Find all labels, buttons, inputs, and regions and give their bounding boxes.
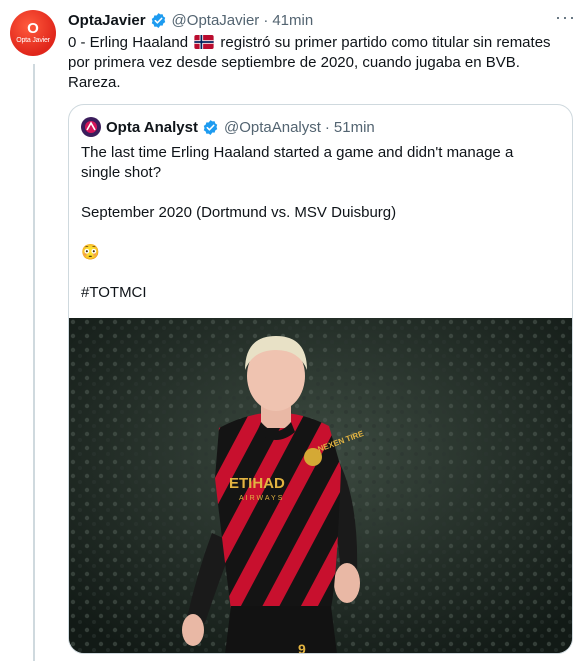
separator-dot: · xyxy=(324,118,330,136)
hashtag-link[interactable]: #TOTMCI xyxy=(81,283,551,303)
quoted-author-name[interactable]: Opta Analyst xyxy=(106,119,198,136)
quoted-avatar[interactable] xyxy=(81,117,101,137)
tweet-text-line1b: registró su primer partido como titular … xyxy=(220,34,551,51)
author-handle[interactable]: @OptaJavier xyxy=(172,12,260,29)
timestamp[interactable]: 41min xyxy=(272,12,313,29)
avatar-label: Opta Javier xyxy=(16,37,50,44)
more-horizontal-icon[interactable]: ··· xyxy=(555,8,576,26)
shirt-number: 9 xyxy=(298,641,306,654)
avatar[interactable]: O Opta Javier xyxy=(10,10,56,56)
shirt-sponsor-sub: AIRWAYS xyxy=(239,495,284,502)
author-name[interactable]: OptaJavier xyxy=(68,12,146,29)
thread-connector-line xyxy=(33,64,35,661)
quoted-timestamp[interactable]: 51min xyxy=(334,119,375,136)
quoted-text-line2: single shot? xyxy=(81,164,162,181)
verified-badge-icon xyxy=(202,119,219,136)
norway-flag-icon xyxy=(194,35,214,49)
verified-badge-icon xyxy=(150,12,167,29)
player-photo-illustration: ETIHAD AIRWAYS NEXEN TIRE 9 xyxy=(69,318,572,654)
tweet-text-line3: Rareza. xyxy=(68,74,121,91)
tweet-text-line1a: 0 - Erling Haaland xyxy=(68,34,189,51)
tweet-text-line2: por primera vez desde septiembre de 2020… xyxy=(68,54,520,71)
player-photo[interactable]: ETIHAD AIRWAYS NEXEN TIRE 9 xyxy=(69,318,572,654)
flushed-emoji: 😳 xyxy=(81,244,100,261)
shirt-sponsor: ETIHAD xyxy=(229,475,285,492)
quoted-tweet-header: Opta Analyst @OptaAnalyst · 51min xyxy=(81,117,375,137)
quoted-tweet-text: The last time Erling Haaland started a g… xyxy=(81,143,551,303)
quoted-text-line3: September 2020 (Dortmund vs. MSV Duisbur… xyxy=(81,204,397,221)
quoted-author-handle[interactable]: @OptaAnalyst xyxy=(224,119,321,136)
tweet-header: OptaJavier @OptaJavier · 41min xyxy=(68,10,578,30)
tweet-text: 0 - Erling Haaland registró su primer pa… xyxy=(68,33,568,93)
separator-dot: · xyxy=(263,11,269,29)
quoted-text-line1: The last time Erling Haaland started a g… xyxy=(81,144,514,161)
quoted-tweet-card[interactable]: Opta Analyst @OptaAnalyst · 51min The la… xyxy=(68,104,573,654)
